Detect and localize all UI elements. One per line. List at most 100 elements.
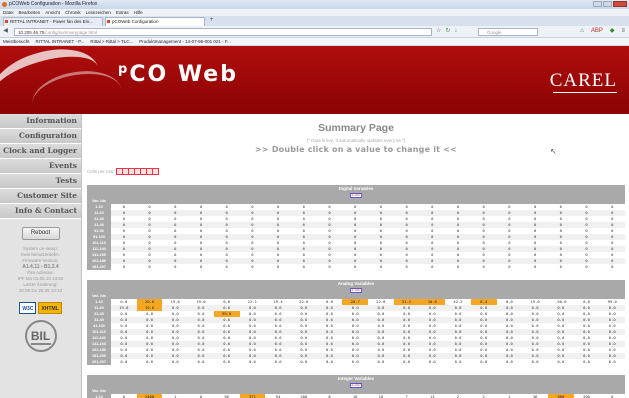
value-cell[interactable]: 0 — [368, 264, 394, 270]
browser-tab-pcoweb[interactable]: pCOWeb Configuration — [105, 17, 205, 26]
value-cell[interactable]: 0 — [574, 264, 600, 270]
bookmark-star-icon[interactable]: ☆ — [436, 28, 441, 35]
value-cell[interactable]: 0.0 — [291, 359, 317, 365]
reboot-button[interactable]: Reboot — [21, 227, 60, 240]
menu-extras[interactable]: Extras — [116, 9, 129, 16]
value-cell[interactable]: 0 — [522, 264, 548, 270]
sidebar-item-clock-logger[interactable]: Clock and Logger — [0, 144, 81, 159]
value-cell[interactable]: 0 — [419, 264, 445, 270]
value-cell[interactable]: 0.0 — [548, 359, 574, 365]
minimize-button[interactable] — [593, 1, 602, 7]
value-cell[interactable]: 0.0 — [368, 359, 394, 365]
value-cell[interactable]: 0.0 — [240, 359, 266, 365]
browser-tab-rittal[interactable]: RITTAL INTRANET - Power fan des Ein... — [3, 17, 103, 26]
range-selector[interactable]: 1..207 — [350, 383, 362, 388]
value-cell[interactable]: 0 — [111, 264, 137, 270]
value-cell[interactable]: 0.0 — [188, 359, 214, 365]
value-cell[interactable]: 0 — [214, 264, 240, 270]
value-cell[interactable]: 0.0 — [419, 359, 445, 365]
value-cell[interactable]: 200 — [574, 394, 600, 398]
sidebar-item-customer-site[interactable]: Customer Site — [0, 189, 81, 204]
value-cell[interactable]: 7 — [394, 394, 420, 398]
value-cell[interactable]: 0 — [162, 264, 188, 270]
search-input[interactable]: Google — [478, 28, 538, 36]
range-selector[interactable]: 1..207 — [350, 288, 362, 293]
value-cell[interactable]: 0 — [497, 264, 523, 270]
bookmark-item[interactable]: Meistbesucht — [3, 38, 30, 45]
value-cell[interactable]: 2 — [471, 394, 497, 398]
value-cell[interactable]: 0 — [471, 264, 497, 270]
value-cell[interactable]: 13 — [419, 394, 445, 398]
value-cell[interactable]: 0 — [188, 394, 214, 398]
bookmark-item[interactable]: Rittal > Rittal > TLC... — [90, 38, 133, 45]
value-cell[interactable]: 0.0 — [471, 359, 497, 365]
close-button[interactable] — [613, 1, 627, 7]
value-cell[interactable]: 0.0 — [137, 359, 163, 365]
sidebar-item-information[interactable]: Information — [0, 114, 81, 129]
adblock-icon[interactable]: ABP — [591, 28, 603, 35]
menu-ansicht[interactable]: Ansicht — [45, 9, 60, 16]
value-cell[interactable]: 36 — [522, 394, 548, 398]
value-cell[interactable]: 0 — [111, 394, 137, 398]
url-bar[interactable]: 10.205.46.75/config/summarypage.html — [14, 28, 432, 36]
xhtml-badge[interactable]: XHTML — [38, 302, 62, 314]
value-cell[interactable]: 360 — [547, 394, 574, 398]
value-cell[interactable]: 0.0 — [214, 359, 240, 365]
reload-icon[interactable]: ↻ — [445, 28, 450, 35]
value-cell[interactable]: 2400 — [136, 394, 163, 398]
value-cell[interactable]: 1 — [497, 394, 523, 398]
value-cell[interactable]: 0.0 — [265, 359, 291, 365]
value-cell[interactable]: 0.0 — [111, 359, 137, 365]
value-cell[interactable]: 0 — [548, 264, 574, 270]
value-cell[interactable]: 0 — [265, 264, 291, 270]
value-cell[interactable]: 0.0 — [342, 359, 368, 365]
sidebar-item-info-contact[interactable]: Info & Contact — [0, 204, 81, 219]
menu-datei[interactable]: Datei — [3, 9, 14, 16]
value-cell[interactable]: 10 — [368, 394, 394, 398]
value-cell[interactable]: 0 — [137, 264, 163, 270]
value-cell[interactable]: 0.0 — [574, 359, 600, 365]
sidebar-item-tests[interactable]: Tests — [0, 174, 81, 189]
value-cell[interactable]: 94 — [265, 394, 291, 398]
value-cell[interactable]: 8 — [317, 394, 343, 398]
addon-icon[interactable]: ◆ — [610, 28, 615, 35]
menu-chronik[interactable]: Chronik — [65, 9, 81, 16]
value-cell[interactable]: 96 — [214, 394, 240, 398]
value-cell[interactable]: 0 — [445, 264, 471, 270]
value-cell[interactable]: 0.0 — [162, 359, 188, 365]
new-tab-button[interactable]: + — [207, 17, 216, 25]
download-icon[interactable]: ↓ — [454, 28, 457, 35]
back-icon[interactable]: ◀ — [2, 28, 9, 35]
value-cell[interactable]: 0.0 — [394, 359, 420, 365]
value-cell[interactable]: 0.0 — [445, 359, 471, 365]
value-cell[interactable]: 0 — [342, 264, 368, 270]
value-cell[interactable]: 371 — [239, 394, 266, 398]
sidebar-item-events[interactable]: Events — [0, 159, 81, 174]
value-cell[interactable]: 10 — [342, 394, 368, 398]
value-cell[interactable]: 200 — [291, 394, 317, 398]
value-cell[interactable]: 0.0 — [497, 359, 523, 365]
value-cell[interactable]: 0 — [188, 264, 214, 270]
menu-hilfe[interactable]: Hilfe — [134, 9, 143, 16]
w3c-badge[interactable]: W3C — [19, 302, 37, 314]
value-cell[interactable]: 0.0 — [522, 359, 548, 365]
value-cell[interactable]: 0 — [317, 264, 343, 270]
value-cell[interactable]: 0 — [291, 264, 317, 270]
cells-option[interactable] — [151, 168, 159, 175]
value-cell[interactable]: 0.0 — [599, 359, 625, 365]
menu-lesezeichen[interactable]: Lesezeichen — [86, 9, 111, 16]
maximize-button[interactable] — [603, 1, 612, 7]
value-cell[interactable]: 0 — [599, 264, 625, 270]
menu-icon[interactable]: ≡ — [621, 28, 625, 35]
menu-bearbeiten[interactable]: Bearbeiten — [19, 9, 41, 16]
value-cell[interactable]: 0 — [240, 264, 266, 270]
bookmark-item[interactable]: Produktmanagement - 14-07-95-001 021 - F… — [139, 38, 231, 45]
bookmark-item[interactable]: RITTAL INTRANET - P... — [36, 38, 85, 45]
value-cell[interactable]: 0 — [599, 394, 625, 398]
value-cell[interactable]: 0.0 — [317, 359, 343, 365]
value-cell[interactable]: 2 — [445, 394, 471, 398]
value-cell[interactable]: 1 — [162, 394, 188, 398]
range-selector[interactable]: 1..207 — [350, 193, 362, 198]
sidebar-item-configuration[interactable]: Configuration — [0, 129, 81, 144]
value-cell[interactable]: 0 — [394, 264, 420, 270]
